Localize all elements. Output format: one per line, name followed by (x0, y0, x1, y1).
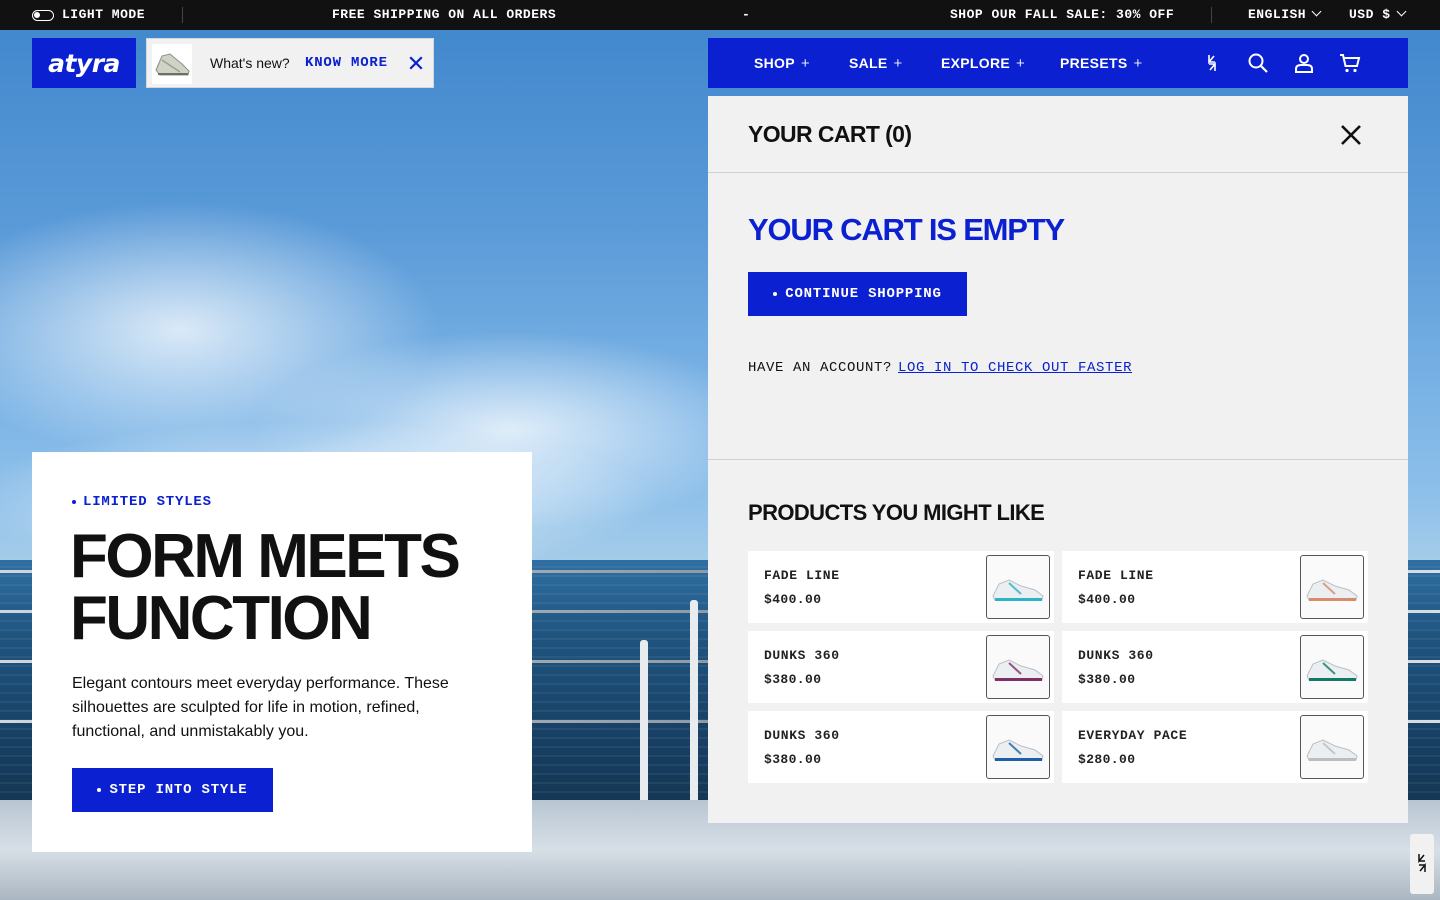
language-selector[interactable]: ENGLISH (1248, 0, 1322, 30)
product-card[interactable]: FADE LINE $400.00 (1062, 551, 1368, 623)
chevron-down-icon (1311, 6, 1322, 17)
cart-drawer: YOUR CART (0) YOUR CART IS EMPTY CONTINU… (708, 96, 1408, 823)
nav-item-label: SHOP (754, 55, 795, 71)
nav-item-explore[interactable]: EXPLORE + (941, 38, 1025, 89)
product-name: DUNKS 360 (1078, 648, 1154, 663)
plus-icon: + (1016, 55, 1026, 72)
cart-empty-heading: YOUR CART IS EMPTY (748, 212, 1065, 247)
product-image[interactable] (1300, 555, 1364, 619)
product-price: $280.00 (1078, 752, 1136, 767)
hero-eyebrow-text: LIMITED STYLES (83, 494, 212, 510)
plus-icon: + (1133, 55, 1143, 72)
hero-headline-line2: FUNCTION (70, 584, 373, 653)
divider (708, 459, 1408, 460)
brand-mark-icon (1418, 854, 1426, 872)
cart-icon[interactable] (1338, 51, 1362, 75)
product-image[interactable] (986, 635, 1050, 699)
product-card[interactable]: DUNKS 360 $380.00 (1062, 631, 1368, 703)
login-link[interactable]: LOG IN TO CHECK OUT FASTER (898, 360, 1132, 376)
product-name: DUNKS 360 (764, 728, 840, 743)
product-name: DUNKS 360 (764, 648, 840, 663)
theme-mode-label[interactable]: LIGHT MODE (62, 0, 145, 30)
currency-label: USD $ (1349, 7, 1391, 22)
cart-header: YOUR CART (0) (708, 96, 1408, 173)
hero-card: LIMITED STYLES FORM MEETS FUNCTION Elega… (32, 452, 532, 852)
nav-item-label: SALE (849, 55, 888, 71)
product-card[interactable]: EVERYDAY PACE $280.00 (1062, 711, 1368, 783)
bullet-dot (72, 500, 76, 504)
product-price: $400.00 (1078, 592, 1136, 607)
plus-icon: + (800, 55, 810, 72)
divider (1211, 7, 1212, 23)
know-more-link[interactable]: KNOW MORE (305, 39, 388, 87)
main-navigation: SHOP + SALE + EXPLORE + PRESETS + (708, 38, 1408, 88)
product-name: EVERYDAY PACE (1078, 728, 1188, 743)
product-image[interactable] (986, 555, 1050, 619)
close-icon[interactable] (1340, 124, 1362, 146)
product-image[interactable] (986, 715, 1050, 779)
currency-selector[interactable]: USD $ (1349, 0, 1406, 30)
product-price: $380.00 (764, 672, 822, 687)
language-label: ENGLISH (1248, 7, 1307, 22)
nav-item-label: EXPLORE (941, 55, 1011, 71)
product-name: FADE LINE (1078, 568, 1154, 583)
whats-new-label: What's new? (210, 55, 290, 71)
product-card[interactable]: DUNKS 360 $380.00 (748, 631, 1054, 703)
chevron-down-icon (1396, 6, 1406, 17)
announcement-bar: LIGHT MODE FREE SHIPPING ON ALL ORDERS -… (0, 0, 1440, 30)
account-icon[interactable] (1292, 51, 1316, 75)
account-prompt: HAVE AN ACCOUNT? LOG IN TO CHECK OUT FAST… (748, 360, 1132, 376)
account-prompt-text: HAVE AN ACCOUNT? (748, 360, 893, 376)
search-icon[interactable] (1246, 51, 1270, 75)
sale-announcement[interactable]: SHOP OUR FALL SALE: 30% OFF (950, 0, 1174, 30)
whats-new-banner: What's new? KNOW MORE (146, 38, 434, 88)
nav-item-label: PRESETS (1060, 55, 1128, 71)
divider (182, 7, 183, 23)
product-card[interactable]: DUNKS 360 $380.00 (748, 711, 1054, 783)
hero-headline-line1: FORM MEETS (70, 522, 461, 591)
step-into-style-label: STEP INTO STYLE (109, 782, 248, 798)
theme-toggle[interactable] (32, 10, 54, 21)
continue-shopping-label: CONTINUE SHOPPING (785, 286, 942, 302)
product-price: $400.00 (764, 592, 822, 607)
bullet-dot (773, 292, 778, 296)
nav-item-shop[interactable]: SHOP + (754, 38, 810, 89)
announcement-separator: - (742, 7, 751, 22)
plus-icon: + (893, 55, 903, 72)
product-price: $380.00 (764, 752, 822, 767)
product-name: FADE LINE (764, 568, 840, 583)
nav-item-sale[interactable]: SALE + (849, 38, 903, 89)
whats-new-shoe-thumbnail (152, 44, 192, 84)
recommendations-heading: PRODUCTS YOU MIGHT LIKE (748, 500, 1045, 525)
brand-logo-text: atyra (48, 48, 120, 78)
product-card[interactable]: FADE LINE $400.00 (748, 551, 1054, 623)
nav-item-presets[interactable]: PRESETS + (1060, 38, 1143, 89)
product-image[interactable] (1300, 635, 1364, 699)
brand-mark-icon[interactable] (1200, 51, 1224, 75)
close-icon[interactable] (409, 56, 423, 70)
hero-eyebrow: LIMITED STYLES (72, 494, 212, 510)
hero-description: Elegant contours meet everyday performan… (72, 675, 449, 740)
hero-headline: FORM MEETS FUNCTION (70, 526, 510, 650)
continue-shopping-button[interactable]: CONTINUE SHOPPING (748, 272, 967, 316)
floating-widget-button[interactable] (1410, 834, 1434, 894)
shipping-announcement: FREE SHIPPING ON ALL ORDERS (332, 7, 557, 22)
cart-title: YOUR CART (0) (748, 121, 912, 147)
step-into-style-button[interactable]: STEP INTO STYLE (72, 768, 273, 812)
product-image[interactable] (1300, 715, 1364, 779)
brand-logo[interactable]: atyra (32, 38, 136, 88)
bullet-dot (97, 788, 102, 792)
product-price: $380.00 (1078, 672, 1136, 687)
